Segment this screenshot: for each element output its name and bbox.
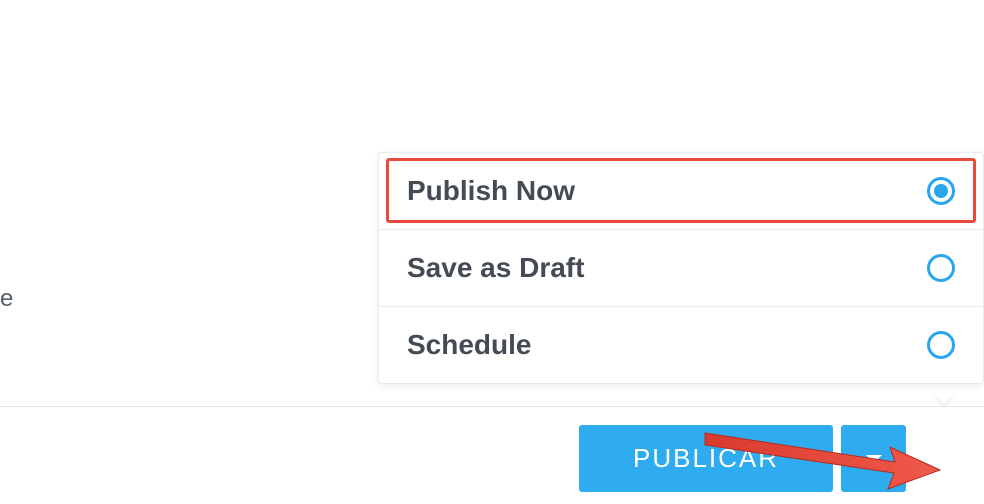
- option-label: Save as Draft: [407, 252, 584, 284]
- radio-unselected-icon: [927, 254, 955, 282]
- radio-selected-icon: [927, 177, 955, 205]
- option-schedule[interactable]: Schedule: [379, 307, 983, 383]
- dropdown-pointer-icon: [934, 394, 954, 404]
- partial-text-left: e: [0, 285, 13, 313]
- radio-unselected-icon: [927, 331, 955, 359]
- option-label: Publish Now: [407, 175, 575, 207]
- publish-options-dropdown: Publish Now Save as Draft Schedule: [378, 152, 984, 384]
- option-publish-now[interactable]: Publish Now: [379, 153, 983, 230]
- caret-down-icon: [865, 453, 883, 465]
- publish-button[interactable]: PUBLICAR: [579, 425, 833, 492]
- option-save-as-draft[interactable]: Save as Draft: [379, 230, 983, 307]
- option-label: Schedule: [407, 329, 531, 361]
- divider-line: [0, 406, 984, 407]
- action-bar: PUBLICAR: [579, 425, 906, 492]
- publish-options-toggle[interactable]: [841, 425, 906, 492]
